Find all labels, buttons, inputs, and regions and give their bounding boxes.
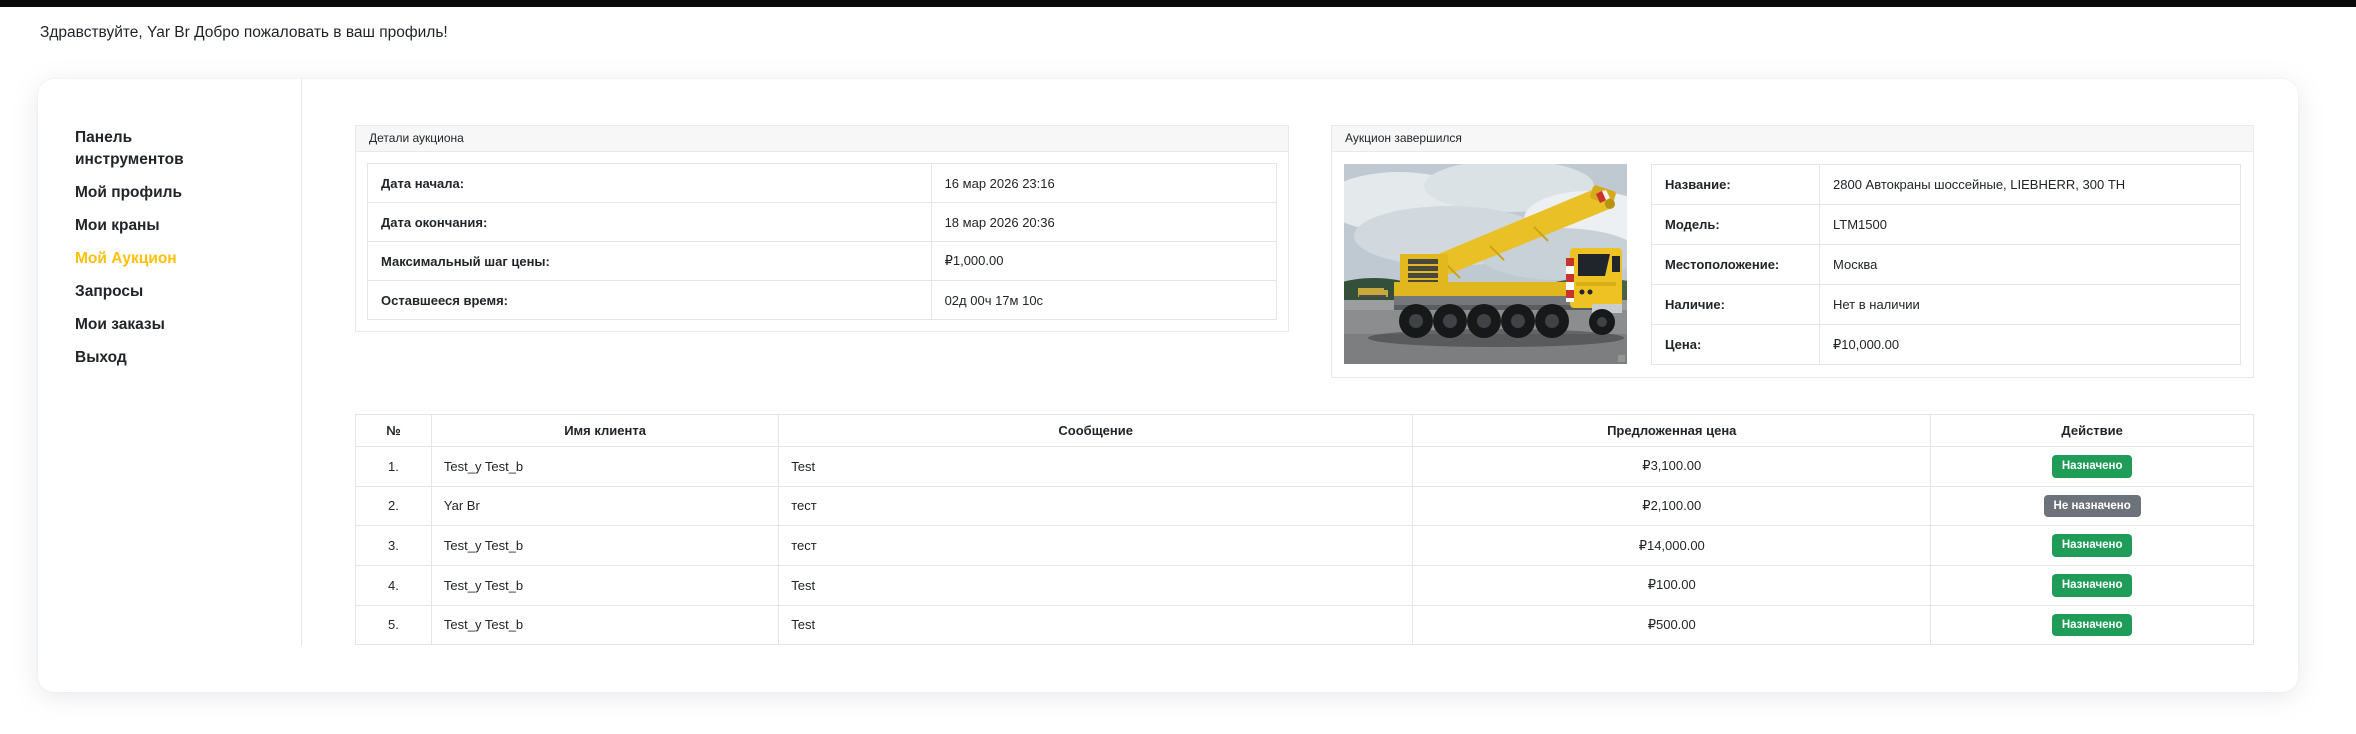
detail-row: Название: 2800 Автокраны шоссейные, LIEB… [1652,165,2241,205]
offered-price: ₽500.00 [1413,605,1931,645]
detail-row: Наличие: Нет в наличии [1652,285,2241,325]
detail-value: LTM1500 [1820,205,2241,245]
offered-price: ₽2,100.00 [1413,486,1931,526]
row-number: 3. [356,526,432,566]
sidebar-item-my-cranes[interactable]: Мои краны [75,215,243,237]
client-name: Test_y Test_b [431,605,778,645]
column-header-client: Имя клиента [431,415,778,447]
offered-price: ₽14,000.00 [1413,526,1931,566]
detail-label: Максимальный шаг цены: [368,242,932,281]
client-name: Test_y Test_b [431,565,778,605]
detail-label: Модель: [1652,205,1820,245]
offered-price: ₽3,100.00 [1413,447,1931,487]
client-name: Test_y Test_b [431,526,778,566]
detail-label: Название: [1652,165,1820,205]
row-number: 5. [356,605,432,645]
assign-status-button[interactable]: Назначено [2052,614,2133,637]
table-row: 4. Test_y Test_b Test ₽100.00 Назначено [356,565,2254,605]
sidebar-item-dashboard[interactable]: Панель инструментов [75,127,243,171]
sidebar-nav: Панель инструментов Мой профиль Мои кран… [38,79,302,646]
client-name: Yar Br [431,486,778,526]
assign-status-button[interactable]: Назначено [2052,534,2133,557]
crane-image [1344,164,1627,364]
auction-details-table: Дата начала: 16 мар 2026 23:16 Дата окон… [367,163,1277,320]
profile-card: Панель инструментов Мой профиль Мои кран… [38,79,2298,692]
detail-value: Москва [1820,245,2241,285]
column-header-number: № [356,415,432,447]
table-row: 3. Test_y Test_b тест ₽14,000.00 Назначе… [356,526,2254,566]
detail-value: ₽10,000.00 [1820,325,2241,365]
row-number: 1. [356,447,432,487]
detail-row: Дата окончания: 18 мар 2026 20:36 [368,203,1277,242]
detail-label: Цена: [1652,325,1820,365]
product-details-table: Название: 2800 Автокраны шоссейные, LIEB… [1651,164,2241,365]
detail-row: Максимальный шаг цены: ₽1,000.00 [368,242,1277,281]
detail-row: Местоположение: Москва [1652,245,2241,285]
bid-message: Test [779,605,1413,645]
bids-table-header: № Имя клиента Сообщение Предложенная цен… [356,415,2254,447]
assign-status-button[interactable]: Назначено [2052,574,2133,597]
bid-message: тест [779,486,1413,526]
bid-message: Test [779,447,1413,487]
auction-status-panel: Аукцион завершился [1331,125,2254,378]
sidebar-item-my-profile[interactable]: Мой профиль [75,182,243,204]
bid-message: тест [779,526,1413,566]
auction-details-title: Детали аукциона [356,126,1288,152]
table-row: 2. Yar Br тест ₽2,100.00 Не назначено [356,486,2254,526]
detail-label: Местоположение: [1652,245,1820,285]
column-header-price: Предложенная цена [1413,415,1931,447]
detail-label: Оставшееся время: [368,281,932,320]
detail-label: Наличие: [1652,285,1820,325]
column-header-message: Сообщение [779,415,1413,447]
main-content: Детали аукциона Дата начала: 16 мар 2026… [302,79,2298,692]
auction-details-panel: Детали аукциона Дата начала: 16 мар 2026… [355,125,1289,332]
detail-value: 02д 00ч 17м 10с [931,281,1276,320]
auction-status-title: Аукцион завершился [1332,126,2253,152]
detail-label: Дата начала: [368,164,932,203]
detail-value: 2800 Автокраны шоссейные, LIEBHERR, 300 … [1820,165,2241,205]
assign-status-button[interactable]: Назначено [2052,455,2133,478]
client-name: Test_y Test_b [431,447,778,487]
row-number: 2. [356,486,432,526]
detail-row: Дата начала: 16 мар 2026 23:16 [368,164,1277,203]
top-bar [0,0,2356,7]
bids-table: № Имя клиента Сообщение Предложенная цен… [355,414,2254,645]
greeting-text: Здравствуйте, Yar Br Добро пожаловать в … [40,24,2356,42]
sidebar-item-requests[interactable]: Запросы [75,281,243,303]
detail-value: ₽1,000.00 [931,242,1276,281]
sidebar-item-my-auction[interactable]: Мой Аукцион [75,248,243,270]
row-number: 4. [356,565,432,605]
table-row: 5. Test_y Test_b Test ₽500.00 Назначено [356,605,2254,645]
sidebar-item-my-orders[interactable]: Мои заказы [75,314,243,336]
detail-value: 16 мар 2026 23:16 [931,164,1276,203]
detail-row: Модель: LTM1500 [1652,205,2241,245]
table-row: 1. Test_y Test_b Test ₽3,100.00 Назначен… [356,447,2254,487]
sidebar-item-logout[interactable]: Выход [75,347,243,369]
column-header-action: Действие [1931,415,2254,447]
detail-value: Нет в наличии [1820,285,2241,325]
detail-row: Оставшееся время: 02д 00ч 17м 10с [368,281,1277,320]
detail-row: Цена: ₽10,000.00 [1652,325,2241,365]
bid-message: Test [779,565,1413,605]
detail-label: Дата окончания: [368,203,932,242]
assign-status-button[interactable]: Не назначено [2044,495,2141,518]
offered-price: ₽100.00 [1413,565,1931,605]
detail-value: 18 мар 2026 20:36 [931,203,1276,242]
